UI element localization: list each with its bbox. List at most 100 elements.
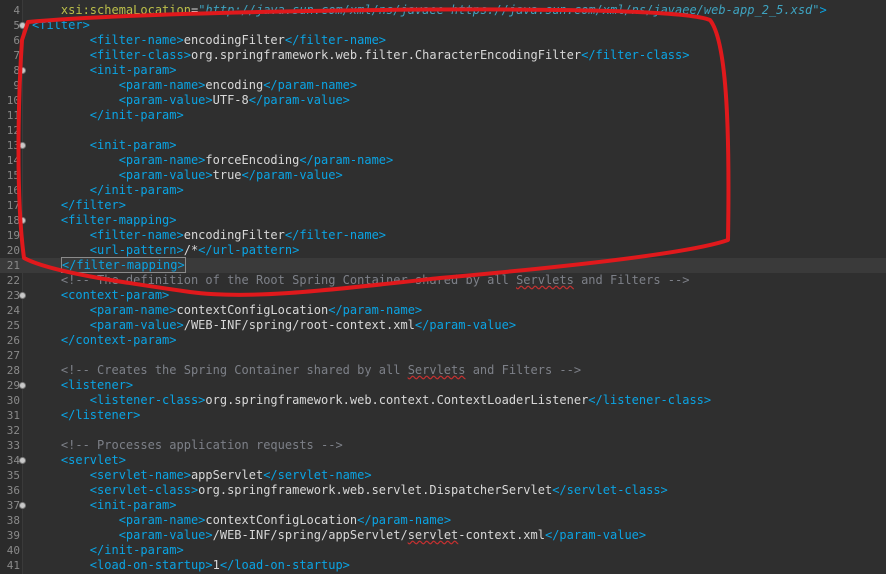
line-number: 14 (6, 154, 20, 167)
line-number: 26 (6, 334, 20, 347)
line-number: 17 (6, 199, 20, 212)
code-line-current[interactable]: 21 </filter-mapping> (0, 257, 886, 273)
code-line[interactable]: 18 <filter-mapping> (0, 213, 886, 228)
xml-tag: <filter-mapping> (60, 213, 177, 227)
xml-tag: <init-param> (89, 63, 177, 77)
code-line[interactable]: 32 (0, 423, 886, 438)
xml-tag: <url-pattern> (89, 243, 184, 257)
code-text: <filter-class>org.springframework.web.fi… (32, 48, 690, 63)
line-number: 7 (13, 49, 20, 62)
line-number: 39 (6, 529, 20, 542)
misspelled-word: Servlets (516, 273, 574, 287)
xml-attribute: xsi:schemaLocation (60, 3, 191, 17)
code-line[interactable]: 4 xsi:schemaLocation="http://java.sun.co… (0, 3, 886, 18)
code-text: <param-name>contextConfigLocation</param… (32, 303, 422, 318)
code-line[interactable]: 26 </context-param> (0, 333, 886, 348)
code-line[interactable]: 19 <filter-name>encodingFilter</filter-n… (0, 228, 886, 243)
code-text: <param-value>UTF-8</param-value> (32, 93, 350, 108)
code-line[interactable]: 33 <!-- Processes application requests -… (0, 438, 886, 453)
code-line[interactable]: 7 <filter-class>org.springframework.web.… (0, 48, 886, 63)
code-line[interactable]: 6 <filter-name>encodingFilter</filter-na… (0, 33, 886, 48)
code-line[interactable]: 22 <!-- The definition of the Root Sprin… (0, 273, 886, 288)
code-text: <listener> (32, 378, 133, 393)
line-number: 38 (6, 514, 20, 527)
code-line[interactable]: 20 <url-pattern>/*</url-pattern> (0, 243, 886, 258)
code-line[interactable]: 36 <servlet-class>org.springframework.we… (0, 483, 886, 498)
xml-tag: </param-name> (299, 153, 394, 167)
text-content: /WEB-INF/spring/root-context.xml (183, 318, 415, 332)
code-line[interactable]: 39 <param-value>/WEB-INF/spring/appServl… (0, 528, 886, 543)
line-number: 16 (6, 184, 20, 197)
code-text: <context-param> (32, 288, 169, 303)
xml-tag: <param-value> (89, 318, 184, 332)
code-line[interactable]: 14 <param-name>forceEncoding</param-name… (0, 153, 886, 168)
line-number: 11 (6, 109, 20, 122)
line-number: 15 (6, 169, 20, 182)
line-number: 5 (13, 19, 20, 32)
fold-toggle-icon[interactable] (19, 142, 26, 149)
xml-string: "http://java.sun.com/xml/ns/javaee https… (198, 3, 820, 17)
line-number: 41 (6, 559, 20, 572)
fold-toggle-icon[interactable] (19, 382, 26, 389)
code-line[interactable]: 28 <!-- Creates the Spring Container sha… (0, 363, 886, 378)
line-number: 23 (6, 289, 20, 302)
code-text: <servlet-class>org.springframework.web.s… (32, 483, 668, 498)
line-number: 10 (6, 94, 20, 107)
xml-comment: <!-- Processes application requests --> (60, 438, 343, 452)
text-content: encodingFilter (183, 33, 285, 47)
code-line[interactable]: 41 <load-on-startup>1</load-on-startup> (0, 558, 886, 573)
code-line[interactable]: 23 <context-param> (0, 288, 886, 303)
code-lines[interactable]: 4 xsi:schemaLocation="http://java.sun.co… (0, 3, 886, 573)
xml-tag: <filter> (32, 18, 90, 32)
code-line[interactable]: 15 <param-value>true</param-value> (0, 168, 886, 183)
code-text: </init-param> (32, 108, 184, 123)
fold-toggle-icon[interactable] (19, 292, 26, 299)
code-line[interactable]: 24 <param-name>contextConfigLocation</pa… (0, 303, 886, 318)
xml-tag: <filter-name> (89, 33, 184, 47)
fold-toggle-icon[interactable] (19, 67, 26, 74)
fold-toggle-icon[interactable] (19, 22, 26, 29)
xml-comment: and Filters --> (465, 363, 582, 377)
code-line[interactable]: 11 </init-param> (0, 108, 886, 123)
code-line[interactable]: 37 <init-param> (0, 498, 886, 513)
code-line[interactable]: 16 </init-param> (0, 183, 886, 198)
code-line[interactable]: 34 <servlet> (0, 453, 886, 468)
code-line[interactable]: 27 (0, 348, 886, 363)
xml-tag: </listener-class> (588, 393, 712, 407)
xml-tag: <context-param> (60, 288, 170, 302)
code-line[interactable]: 9 <param-name>encoding</param-name> (0, 78, 886, 93)
code-text: <init-param> (32, 63, 177, 78)
code-line[interactable]: 29 <listener> (0, 378, 886, 393)
fold-toggle-icon[interactable] (19, 457, 26, 464)
code-line[interactable]: 30 <listener-class>org.springframework.w… (0, 393, 886, 408)
fold-toggle-icon[interactable] (19, 502, 26, 509)
code-text: </init-param> (32, 543, 184, 558)
text-content: org.springframework.web.servlet.Dispatch… (198, 483, 553, 497)
line-number: 34 (6, 454, 20, 467)
code-line[interactable]: 5 <filter> (0, 18, 886, 33)
text-content: contextConfigLocation (176, 303, 329, 317)
code-editor[interactable]: 4 xsi:schemaLocation="http://java.sun.co… (0, 0, 886, 574)
code-line[interactable]: 8 <init-param> (0, 63, 886, 78)
code-text: </listener> (32, 408, 140, 423)
code-line[interactable]: 10 <param-value>UTF-8</param-value> (0, 93, 886, 108)
code-line[interactable]: 40 </init-param> (0, 543, 886, 558)
code-line[interactable]: 31 </listener> (0, 408, 886, 423)
code-line[interactable]: 25 <param-value>/WEB-INF/spring/root-con… (0, 318, 886, 333)
code-line[interactable]: 12 (0, 123, 886, 138)
code-text: <load-on-startup>1</load-on-startup> (32, 558, 350, 573)
line-number: 27 (6, 349, 20, 362)
code-line[interactable]: 17 </filter> (0, 198, 886, 213)
code-line[interactable]: 13 <init-param> (0, 138, 886, 153)
xml-tag: </param-name> (328, 303, 423, 317)
line-number: 6 (13, 34, 20, 47)
code-text: <!-- Processes application requests --> (32, 438, 343, 453)
code-line[interactable]: 35 <servlet-name>appServlet</servlet-nam… (0, 468, 886, 483)
text-content: -context.xml (458, 528, 545, 542)
xml-tag: <servlet-name> (89, 468, 191, 482)
fold-toggle-icon[interactable] (19, 217, 26, 224)
code-line[interactable]: 38 <param-name>contextConfigLocation</pa… (0, 513, 886, 528)
line-number: 37 (6, 499, 20, 512)
xml-comment: <!-- Creates the Spring Container shared… (60, 363, 408, 377)
xml-tag: </filter-class> (581, 48, 690, 62)
